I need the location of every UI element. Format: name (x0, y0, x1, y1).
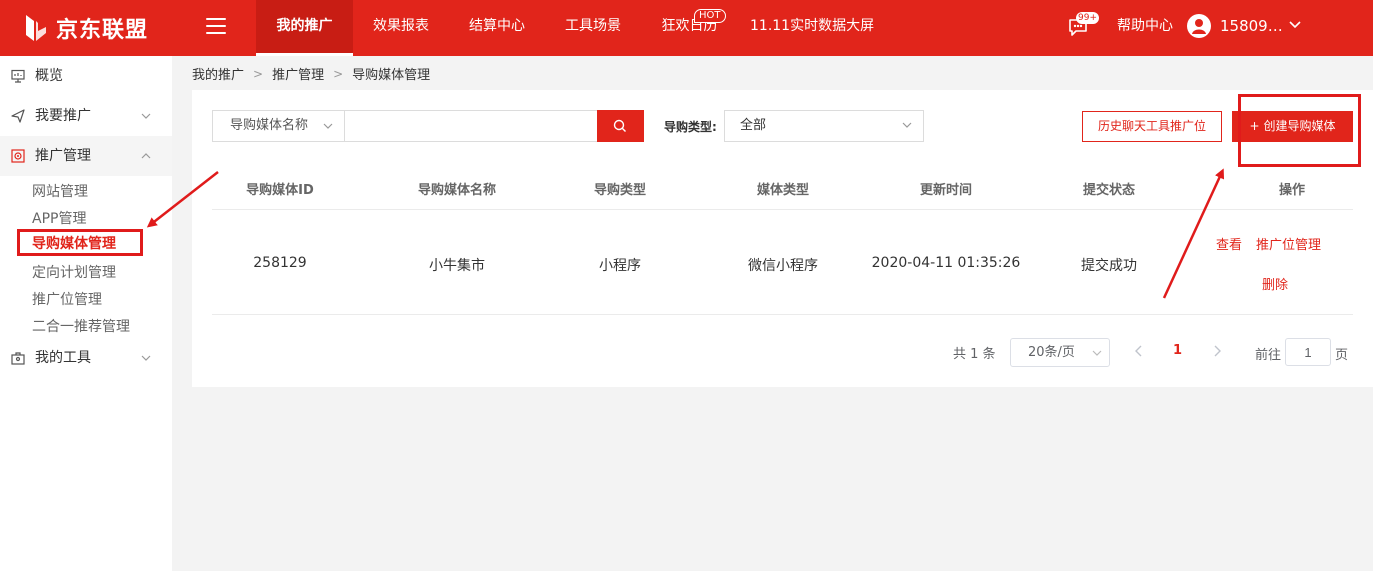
main-panel: 导购媒体名称 导购类型: 全部 历史聊天工具推广位 + 创建导购媒体 导购媒体I… (192, 90, 1373, 387)
page-suffix-label: 页 (1335, 348, 1349, 363)
search-field-select[interactable]: 导购媒体名称 (213, 111, 345, 141)
cell-media-type: 微信小程序 (748, 258, 818, 274)
delete-link[interactable]: 删除 (1262, 274, 1288, 293)
nav-calendar[interactable]: 狂欢日历 HOT (641, 0, 738, 56)
target-icon (11, 149, 25, 163)
table-row: 258129 小牛集市 小程序 微信小程序 2020-04-11 01:35:2… (212, 210, 1353, 315)
menu-toggle-icon[interactable] (206, 18, 228, 36)
column-header: 操作 (1278, 183, 1306, 198)
guide-type-label: 导购类型: (664, 120, 717, 134)
chevron-down-icon[interactable] (1288, 18, 1302, 32)
nav-my-promotion[interactable]: 我的推广 (256, 0, 353, 56)
sidebar-sub-site-management[interactable]: 网站管理 (32, 182, 88, 202)
breadcrumb: 我的推广 > 推广管理 > 导购媒体管理 (192, 64, 431, 84)
hot-badge: HOT (694, 9, 726, 23)
user-icon (1192, 19, 1206, 34)
send-icon (11, 109, 25, 123)
username[interactable]: 15809… (1220, 0, 1283, 52)
cell-status: 提交成功 (1081, 258, 1137, 274)
column-header: 媒体类型 (756, 183, 810, 198)
history-chat-tool-button[interactable]: 历史聊天工具推广位 (1082, 111, 1222, 142)
sidebar-sub-targeted-plan[interactable]: 定向计划管理 (32, 263, 116, 283)
search-button[interactable] (597, 110, 644, 142)
view-link[interactable]: 查看 (1216, 234, 1242, 253)
column-header: 导购媒体名称 (417, 183, 497, 198)
annotation-highlight-box (17, 229, 143, 256)
top-navbar: 京东联盟 我的推广 效果报表 结算中心 工具场景 狂欢日历 HOT 11.11实… (0, 0, 1373, 56)
goto-label: 前往 (1255, 348, 1282, 363)
page-number-current[interactable]: 1 (1173, 343, 1182, 358)
avatar[interactable] (1187, 14, 1211, 38)
chevron-up-icon (141, 153, 151, 159)
chevron-down-icon (1092, 350, 1102, 356)
goto-page-input[interactable] (1285, 338, 1331, 366)
jd-union-logo[interactable]: 京东联盟 (20, 10, 148, 46)
breadcrumb-separator-icon: > (253, 66, 264, 81)
sidebar-item-promote[interactable]: 我要推广 (0, 96, 172, 136)
pagination-total: 共 1 条 (953, 347, 996, 362)
logo-text: 京东联盟 (56, 18, 149, 43)
breadcrumb-separator-icon: > (333, 66, 344, 81)
sidebar-sub-two-in-one[interactable]: 二合一推荐管理 (32, 317, 130, 337)
cell-media-name: 小牛集市 (429, 258, 485, 274)
search-icon (613, 119, 626, 132)
toolbox-icon (11, 352, 25, 365)
sidebar-item-my-tools[interactable]: 我的工具 (0, 338, 172, 378)
chevron-down-icon (323, 123, 333, 129)
column-header: 导购类型 (593, 183, 647, 198)
column-header: 更新时间 (919, 183, 973, 198)
help-center-link[interactable]: 帮助中心 (1117, 0, 1173, 52)
nav-settlement[interactable]: 结算中心 (449, 0, 545, 56)
table-header: 导购媒体ID 导购媒体名称 导购类型 媒体类型 更新时间 提交状态 操作 (212, 165, 1353, 210)
jd-logo-icon (26, 15, 46, 41)
sidebar: 概览 我要推广 推广管理 网站管理 APP管理 导购媒体管理 定向计划管理 推广… (0, 56, 172, 571)
breadcrumb-item-current: 导购媒体管理 (352, 68, 431, 83)
prev-page-icon[interactable] (1133, 344, 1145, 358)
cell-updated-time: 2020-04-11 01:35:26 (871, 255, 1021, 271)
column-header: 提交状态 (1082, 183, 1136, 198)
next-page-icon[interactable] (1211, 344, 1223, 358)
page-size-select[interactable]: 20条/页 (1010, 338, 1110, 367)
annotation-highlight-box (1238, 94, 1361, 167)
message-count-badge: 99+ (1076, 12, 1099, 24)
position-management-link[interactable]: 推广位管理 (1256, 234, 1321, 253)
chevron-down-icon (902, 122, 912, 128)
chevron-down-icon (141, 355, 151, 361)
breadcrumb-item[interactable]: 我的推广 (192, 64, 244, 83)
nav-realtime-screen[interactable]: 11.11实时数据大屏 (738, 0, 874, 56)
chevron-down-icon (141, 113, 151, 119)
nav-effect-report[interactable]: 效果报表 (353, 0, 449, 56)
sidebar-item-overview[interactable]: 概览 (0, 56, 172, 96)
cell-media-id: 258129 (253, 255, 307, 271)
sidebar-item-promo-management[interactable]: 推广管理 (0, 136, 172, 176)
guide-type-select[interactable]: 全部 (724, 110, 924, 142)
nav-tools[interactable]: 工具场景 (545, 0, 641, 56)
monitor-icon (11, 69, 25, 83)
search-group: 导购媒体名称 (212, 110, 644, 142)
cell-guide-type: 小程序 (599, 258, 641, 274)
column-header: 导购媒体ID (246, 183, 314, 198)
sidebar-sub-position-management[interactable]: 推广位管理 (32, 290, 102, 310)
breadcrumb-item[interactable]: 推广管理 (272, 64, 324, 83)
sidebar-sub-app-management[interactable]: APP管理 (32, 209, 86, 229)
main-nav: 我的推广 效果报表 结算中心 工具场景 狂欢日历 HOT 11.11实时数据大屏 (256, 0, 874, 56)
